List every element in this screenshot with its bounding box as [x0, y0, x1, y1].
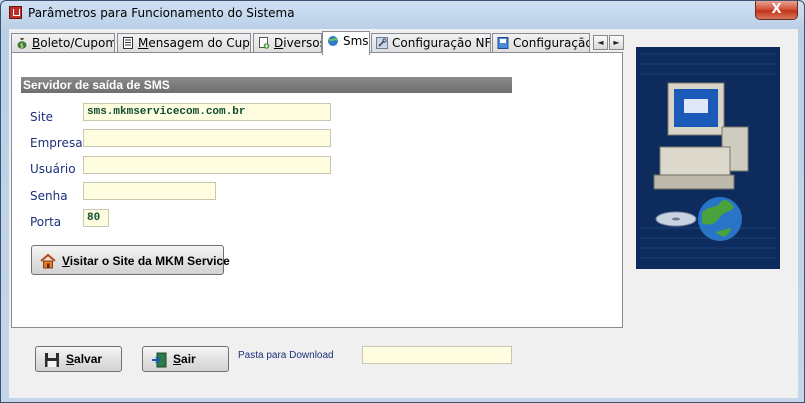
- money-bag-icon: $: [17, 38, 27, 50]
- tab-boleto-cupom[interactable]: $ Boleto/Cupom: [11, 33, 115, 53]
- save-button[interactable]: Salvar: [35, 346, 122, 372]
- sms-section-header: Servidor de saída de SMS: [21, 77, 512, 93]
- tab-sms-label: Sms: [343, 34, 369, 48]
- svg-text:$: $: [20, 43, 24, 50]
- tab-boleto-label: oleto/Cupom: [40, 36, 115, 50]
- tab-sms[interactable]: Sms: [322, 31, 370, 55]
- exit-door-icon: [152, 352, 167, 368]
- exit-button-mnemonic: S: [173, 352, 182, 366]
- sms-tab-panel: Servidor de saída de SMS Site sms.mkmser…: [11, 52, 623, 328]
- computer-illustration-graphic: [636, 47, 780, 269]
- exit-button-label: air: [181, 352, 196, 366]
- exit-button[interactable]: Sair: [142, 346, 229, 372]
- app-icon: [9, 6, 22, 19]
- visit-button-label: isitar o Site da MKM Service: [69, 254, 230, 268]
- site-label: Site: [30, 110, 54, 124]
- senha-label: Senha: [30, 189, 68, 203]
- usuario-label: Usuário: [30, 162, 76, 176]
- tab-scroll-left-button[interactable]: ◄: [593, 35, 608, 50]
- save-button-mnemonic: S: [66, 352, 75, 366]
- tab-scroll-buttons: ◄ ►: [593, 35, 625, 51]
- tab-diversos-label: iversos: [283, 36, 322, 50]
- visit-button-mnemonic: V: [62, 254, 70, 268]
- senha-field[interactable]: [83, 182, 216, 200]
- download-folder-field[interactable]: [362, 346, 512, 364]
- porta-field[interactable]: 80: [83, 209, 109, 227]
- empresa-label: Empresa: [30, 136, 83, 150]
- globe-icon: [328, 36, 338, 46]
- parameters-window: Parâmetros para Funcionamento do Sistema…: [0, 0, 805, 403]
- download-folder-label: Pasta para Download: [238, 350, 334, 361]
- document-icon: [123, 37, 133, 49]
- tab-configuracao-nfe[interactable]: Configuração NF-e: [371, 33, 491, 53]
- save-button-label: alvar: [74, 352, 103, 366]
- tab-mensagem-mnemonic: M: [138, 36, 149, 50]
- tab-diversos[interactable]: Diversos: [253, 33, 322, 53]
- dialog-body: $ Boleto/Cupom Mensagem do Cupom Diverso…: [9, 29, 798, 398]
- home-icon: [40, 253, 56, 269]
- notebook-icon: [497, 37, 509, 49]
- tab-nfe-label: Configuração NF-e: [392, 36, 491, 50]
- tab-mensagem-cupom[interactable]: Mensagem do Cupom: [117, 33, 251, 53]
- close-button[interactable]: X: [755, 1, 798, 20]
- page-add-icon: [259, 37, 270, 49]
- tab-diversos-mnemonic: D: [274, 36, 284, 50]
- tab-boleto-mnemonic: B: [32, 36, 41, 50]
- empresa-field[interactable]: [83, 129, 331, 147]
- title-bar[interactable]: Parâmetros para Funcionamento do Sistema…: [1, 1, 804, 25]
- tab-mensagem-label: ensagem do Cupom: [148, 36, 250, 50]
- tab-configuracao-de[interactable]: Configuração de: [492, 33, 590, 53]
- tab-scroll-right-button[interactable]: ►: [609, 35, 624, 50]
- wrench-icon: [376, 37, 388, 49]
- porta-label: Porta: [30, 215, 62, 229]
- usuario-field[interactable]: [83, 156, 331, 174]
- tab-configuracao-de-label: Configuração de: [513, 36, 590, 50]
- site-field[interactable]: sms.mkmservicecom.com.br: [83, 103, 331, 121]
- visit-mkm-site-button[interactable]: Visitar o Site da MKM Service: [31, 245, 230, 275]
- computer-globe-illustration: [636, 47, 780, 269]
- window-title: Parâmetros para Funcionamento do Sistema: [28, 6, 295, 20]
- floppy-disk-icon: [45, 353, 59, 367]
